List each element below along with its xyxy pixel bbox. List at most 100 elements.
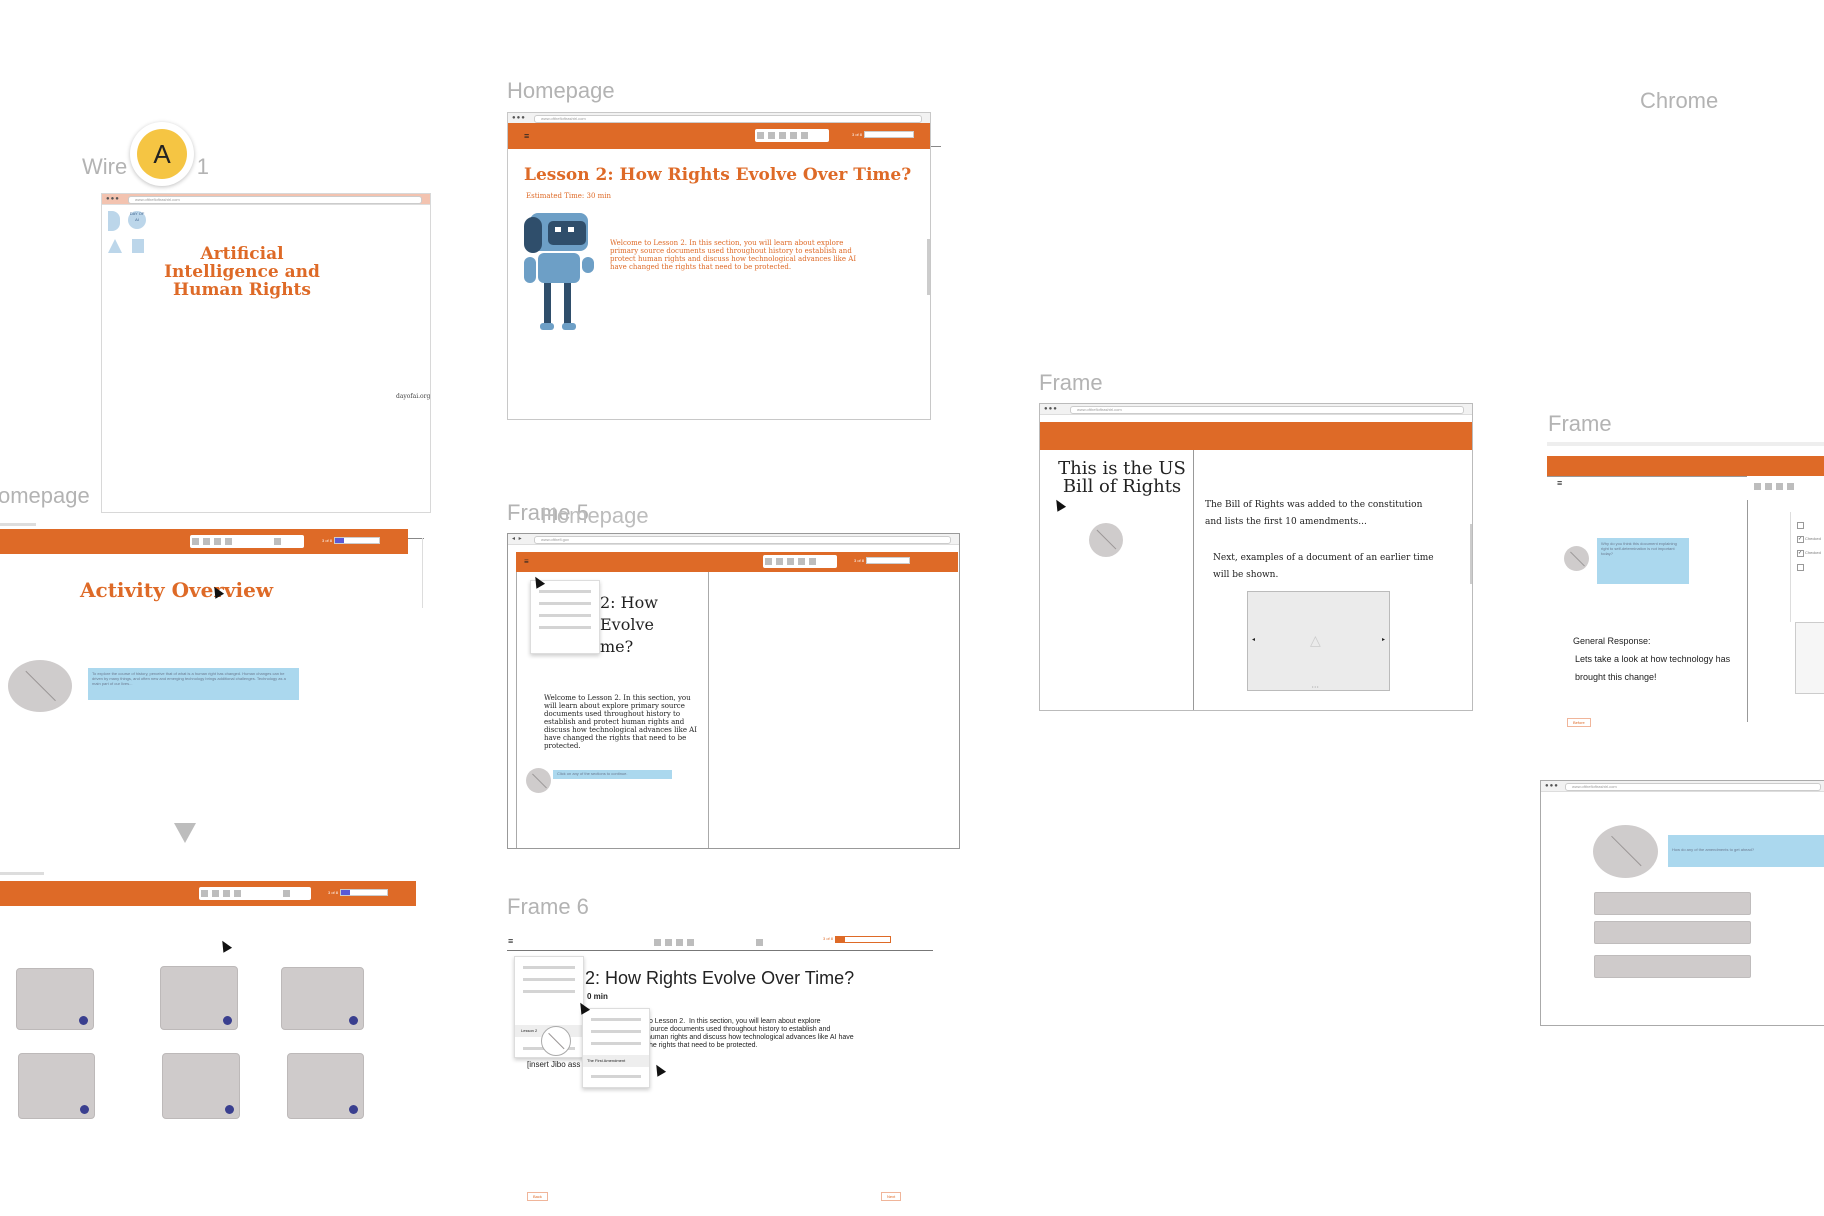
tool-icon[interactable]	[779, 132, 786, 139]
checkbox-checked[interactable]: ✓	[1797, 550, 1804, 557]
tool-icon[interactable]	[768, 132, 775, 139]
checkbox[interactable]	[1797, 522, 1804, 529]
title-slide-frame[interactable]: ●●● www.ofthefloftrashtrl.com DAY OF AI …	[101, 193, 431, 513]
url-field[interactable]: www.ofthefloftrashtrl.com	[534, 115, 922, 123]
activity-card[interactable]	[18, 1053, 95, 1119]
tool-icon[interactable]	[234, 890, 241, 897]
progress-bar[interactable]	[866, 557, 910, 564]
menu-item[interactable]	[591, 1075, 641, 1078]
tool-icon[interactable]	[212, 890, 219, 897]
tool-icon[interactable]	[283, 890, 290, 897]
image-carousel[interactable]: ◂ ▸ △ • • •	[1247, 591, 1390, 691]
card-badge-icon	[349, 1016, 358, 1025]
back-button[interactable]: Back	[527, 1192, 548, 1201]
hamburger-menu-icon[interactable]: ≡	[508, 936, 513, 946]
menu-item[interactable]	[539, 614, 591, 617]
tool-icon[interactable]	[756, 939, 763, 946]
progress-bar[interactable]	[835, 936, 891, 943]
footer-link[interactable]: dayofai.org	[396, 393, 430, 400]
tool-icon[interactable]	[665, 939, 672, 946]
activity-card[interactable]	[281, 967, 364, 1030]
tool-icon[interactable]	[687, 939, 694, 946]
progress-bar[interactable]	[334, 537, 380, 544]
tool-icon[interactable]	[787, 558, 794, 565]
hamburger-menu-icon[interactable]: ≡	[1557, 478, 1562, 488]
nav-divider	[507, 950, 933, 951]
menu-item[interactable]	[523, 966, 575, 969]
side-menu-popover[interactable]	[530, 580, 600, 654]
amendment-question-frame[interactable]: ●●● www.ofthefloftrashtrl.com How do any…	[1540, 780, 1824, 1026]
url-field[interactable]: www.ofthefloftrashtrl.com	[1070, 406, 1464, 414]
pencil-icon[interactable]	[798, 558, 805, 565]
tool-icon[interactable]	[1776, 483, 1783, 490]
bill-of-rights-frame[interactable]: ●●● www.ofthefloftrashtrl.com This is th…	[1039, 403, 1473, 711]
activity-card[interactable]	[160, 966, 238, 1030]
tool-icon[interactable]	[225, 538, 232, 545]
collaborator-avatar[interactable]: A	[130, 122, 194, 186]
menu-item[interactable]	[539, 590, 591, 593]
tool-icon[interactable]	[1765, 483, 1772, 490]
pencil-icon[interactable]	[809, 558, 816, 565]
down-arrow-icon[interactable]	[174, 823, 196, 843]
tool-icon[interactable]	[765, 558, 772, 565]
lesson-homepage-frame[interactable]: ●●● www.ofthefloftrashtrl.com ≡ 3 of 8 L…	[507, 112, 931, 420]
frame6[interactable]: ≡ 3 of 8 Lesson 2 [insert Jibo ass 2: Ho…	[507, 926, 933, 1216]
url-field[interactable]: www.ofthefloftrashtrl.com	[128, 196, 422, 204]
menu-item[interactable]	[539, 626, 591, 629]
url-field[interactable]: www.ofthefloftrashtrl.com	[1565, 783, 1821, 791]
menu-item[interactable]	[591, 1030, 641, 1033]
scrollbar[interactable]	[927, 239, 930, 295]
pencil-icon[interactable]	[790, 132, 797, 139]
tool-icon[interactable]	[654, 939, 661, 946]
tool-icon[interactable]	[203, 538, 210, 545]
tool-icon[interactable]	[1754, 483, 1761, 490]
frame-label-chrome[interactable]: Chrome	[1640, 88, 1718, 114]
tool-icon[interactable]	[274, 538, 281, 545]
menu-item[interactable]	[591, 1042, 641, 1045]
tool-icon[interactable]	[192, 538, 199, 545]
tool-icon[interactable]	[776, 558, 783, 565]
progress-bar[interactable]	[864, 131, 914, 138]
tool-icon[interactable]	[757, 132, 764, 139]
carousel-prev-icon[interactable]: ◂	[1252, 636, 1255, 643]
frame-label-right[interactable]: Frame	[1548, 411, 1612, 437]
next-button[interactable]: Next	[881, 1192, 902, 1201]
carousel-dots-icon[interactable]: • • •	[1312, 684, 1318, 689]
response-frame[interactable]: ≡ Why do you think this document explain…	[1547, 442, 1824, 727]
pencil-icon[interactable]	[801, 132, 808, 139]
frame5[interactable]: ◂ ▸ www.ofthefl.gov ≡ 3 of 8 2: How Evol…	[507, 533, 960, 849]
response-input[interactable]	[1594, 892, 1751, 915]
frame-label-homepage-left[interactable]: omepage	[0, 483, 90, 509]
frame-label-homepage-overlap[interactable]: Homepage	[541, 503, 649, 529]
response-input[interactable]	[1594, 955, 1751, 978]
menu-item[interactable]	[539, 602, 591, 605]
url-field[interactable]: www.ofthefl.gov	[534, 536, 951, 544]
checkbox-checked[interactable]: ✓	[1797, 536, 1804, 543]
progress-bar[interactable]	[340, 889, 388, 896]
frame-label-frame6[interactable]: Frame 6	[507, 894, 589, 920]
checkbox[interactable]	[1797, 564, 1804, 571]
menu-item[interactable]	[591, 1018, 641, 1021]
menu-item[interactable]	[523, 978, 575, 981]
menu-item[interactable]	[523, 990, 575, 993]
frame-label-bill[interactable]: Frame	[1039, 370, 1103, 396]
connector-line	[931, 146, 941, 147]
carousel-next-icon[interactable]: ▸	[1382, 636, 1385, 643]
tool-icon[interactable]	[223, 890, 230, 897]
activity-card[interactable]	[162, 1053, 240, 1119]
scrollbar[interactable]	[1470, 524, 1472, 584]
tool-icon[interactable]	[201, 890, 208, 897]
tool-icon[interactable]	[1787, 483, 1794, 490]
tool-icon[interactable]	[676, 939, 683, 946]
activity-card[interactable]	[16, 968, 94, 1030]
tool-icon[interactable]	[214, 538, 221, 545]
submenu-item[interactable]: The First Amendment	[583, 1055, 649, 1067]
activity-card[interactable]	[287, 1053, 364, 1119]
before-button[interactable]: Before	[1567, 718, 1591, 727]
frame-label-homepage[interactable]: Homepage	[507, 78, 615, 104]
submenu-popover[interactable]: The First Amendment	[582, 1008, 650, 1088]
response-input[interactable]	[1594, 921, 1751, 944]
hamburger-menu-icon[interactable]: ≡	[524, 131, 529, 141]
hamburger-menu-icon[interactable]: ≡	[524, 557, 529, 566]
progress-label: 3 of 8	[328, 890, 339, 895]
